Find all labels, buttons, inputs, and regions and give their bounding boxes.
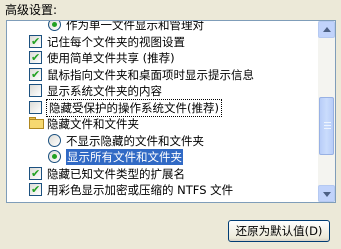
checkmark-icon: ✔ — [31, 166, 41, 180]
settings-row[interactable]: ✔ 记住每个文件夹的视图设置 — [7, 34, 319, 51]
setting-label: 隐藏受保护的操作系统文件(推荐) — [46, 98, 222, 117]
restore-defaults-button[interactable]: 还原为默认值(D) — [228, 220, 330, 242]
setting-label: 用彩色显示加密或压缩的 NTFS 文件 — [47, 183, 234, 197]
settings-row[interactable]: ✔ 鼠标指向文件夹和桌面项时显示提示信息 — [7, 67, 319, 84]
settings-row[interactable]: 显示所有文件和文件夹 — [7, 149, 319, 166]
setting-label: 作为单一文件显示和管理对 — [66, 20, 204, 32]
scroll-down-button[interactable] — [318, 185, 335, 202]
checkbox[interactable]: ✔ — [29, 183, 42, 196]
checkbox[interactable]: ✔ — [29, 67, 42, 81]
checkmark-icon: ✔ — [31, 51, 41, 64]
scroll-up-button[interactable] — [318, 21, 335, 38]
checkbox[interactable] — [29, 100, 42, 114]
checkmark-icon: ✔ — [31, 34, 41, 48]
settings-row[interactable]: 显示系统文件夹的内容 — [7, 83, 319, 100]
settings-row[interactable]: 隐藏受保护的操作系统文件(推荐) — [7, 98, 319, 117]
grip-line — [324, 125, 331, 126]
grip-line — [324, 128, 331, 129]
settings-row[interactable]: 隐藏文件和文件夹 — [7, 116, 319, 133]
setting-label: 显示系统文件夹的内容 — [47, 84, 162, 98]
arrow-up-icon — [323, 27, 331, 32]
checkbox[interactable]: ✔ — [29, 166, 42, 180]
settings-row[interactable]: ✔ 使用简单文件共享 (推荐) — [7, 50, 319, 67]
radio-dot-icon — [52, 22, 57, 27]
setting-label: 隐藏已知文件类型的扩展名 — [47, 166, 185, 181]
settings-row[interactable]: 不显示隐藏的文件和文件夹 — [7, 133, 319, 150]
grip-line — [324, 122, 331, 123]
advanced-settings-label: 高级设置: — [5, 3, 58, 17]
setting-label: 使用简单文件共享 (推荐) — [47, 51, 175, 65]
setting-label: 记住每个文件夹的视图设置 — [47, 34, 185, 49]
checkbox[interactable] — [29, 84, 42, 97]
advanced-settings-list[interactable]: 作为单一文件显示和管理对 ✔ 记住每个文件夹的视图设置 ✔ 使用简单文件共享 (推荐) ✔… — [6, 20, 336, 203]
settings-tree: 作为单一文件显示和管理对 ✔ 记住每个文件夹的视图设置 ✔ 使用简单文件共享 (推荐) ✔… — [7, 20, 319, 199]
radio-button[interactable] — [48, 150, 61, 163]
scroll-thumb[interactable] — [319, 97, 334, 155]
radio-dot-icon — [52, 154, 57, 159]
radio-button[interactable] — [48, 133, 61, 147]
settings-row[interactable]: ✔ 隐藏已知文件类型的扩展名 — [7, 166, 319, 183]
settings-row[interactable]: ✔ 用彩色显示加密或压缩的 NTFS 文件 — [7, 182, 319, 199]
setting-label: 不显示隐藏的文件和文件夹 — [66, 133, 204, 148]
checkmark-icon: ✔ — [31, 183, 41, 196]
arrow-down-icon — [323, 192, 331, 197]
setting-label: 隐藏文件和文件夹 — [47, 117, 139, 131]
radio-button[interactable] — [48, 21, 61, 31]
setting-label: 鼠标指向文件夹和桌面项时显示提示信息 — [47, 67, 254, 82]
settings-row[interactable]: 作为单一文件显示和管理对 — [7, 20, 319, 34]
checkmark-icon: ✔ — [31, 67, 41, 81]
vertical-scrollbar[interactable] — [318, 21, 335, 202]
checkbox[interactable]: ✔ — [29, 51, 42, 64]
folder-icon — [29, 117, 44, 129]
checkbox[interactable]: ✔ — [29, 34, 42, 48]
setting-label: 显示所有文件和文件夹 — [66, 149, 183, 165]
